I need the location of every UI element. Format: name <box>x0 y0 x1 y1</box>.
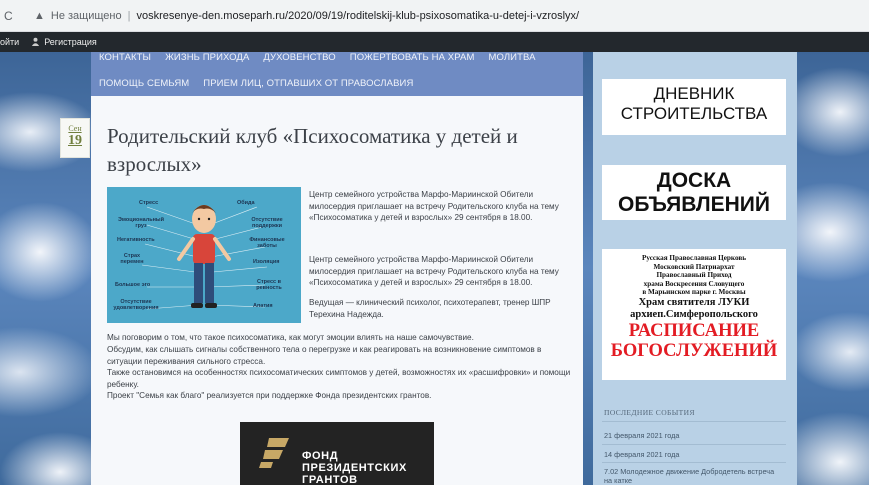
service-schedule-banner[interactable]: Русская Православная Церковь Московский … <box>602 249 786 380</box>
illus-tag-big-ego: Большое эго <box>115 282 151 288</box>
illus-tag-no-support: Отсутствие поддержки <box>251 217 283 229</box>
illus-tag-relationships: Стресс в ревность <box>256 279 282 291</box>
divider <box>602 462 786 463</box>
post-paragraph-6: Также остановимся на особенностях психос… <box>107 368 571 389</box>
nav-item-family-help[interactable]: ПОМОЩЬ СЕМЬЯМ <box>99 78 189 89</box>
event-link-3[interactable]: 7.02 Молодежное движение Добродетель вст… <box>604 467 784 485</box>
main-nav: КОНТАКТЫ ЖИЗНЬ ПРИХОДА ДУХОВЕНСТВО ПОЖЕРТВО… <box>91 52 583 96</box>
event-link-2[interactable]: 14 февраля 2021 года <box>604 450 784 459</box>
church-line-3: Православный Приход <box>656 271 732 280</box>
psychosomatics-illustration: Стресс Обида Эмоциональный груз Отсутств… <box>107 187 301 323</box>
illus-tag-negativity: Негативность <box>117 237 155 243</box>
post-title: Родительский клуб «Психосоматика у детей… <box>107 124 518 176</box>
address-separator: | <box>127 9 131 22</box>
post-date-day[interactable]: 19 <box>61 133 89 149</box>
nav-item-parish-life[interactable]: ЖИЗНЬ ПРИХОДА <box>165 52 249 63</box>
post-date: Сен 19 <box>60 118 90 158</box>
notice-board-banner[interactable]: ДОСКА ОБЪЯВЛЕНИЙ <box>602 165 786 220</box>
fund-text-line-3: ГРАНТОВ <box>302 474 358 485</box>
url-text[interactable]: voskresenye-den.moseparh.ru/2020/09/19/r… <box>136 10 579 22</box>
notice-board-line-1: ДОСКА <box>656 169 732 192</box>
presidential-grants-fund-banner[interactable]: ФОНД ПРЕЗИДЕНТСКИХ ГРАНТОВ <box>240 422 434 485</box>
schedule-title-line-1: РАСПИСАНИЕ <box>628 320 760 341</box>
illus-tag-isolation: Изоляция <box>253 259 280 265</box>
nav-item-donate[interactable]: ПОЖЕРТВОВАТЬ НА ХРАМ <box>350 52 475 63</box>
construction-diary-line-1: ДНЕВНИК <box>653 84 735 103</box>
post-paragraph-3: Ведущая — клинический психолог, психотер… <box>309 298 551 319</box>
nav-item-prayer[interactable]: МОЛИТВА <box>488 52 535 63</box>
church-line-1: Русская Православная Церковь <box>641 254 747 262</box>
church-line-2: Московский Патриархат <box>653 262 735 271</box>
post-paragraph-4: Мы поговорим о том, что такое психосомат… <box>107 333 474 342</box>
construction-diary-line-2: СТРОИТЕЛЬСТВА <box>620 104 768 123</box>
church-line-4: храма Воскресения Словущего <box>643 279 745 288</box>
illus-tag-no-satisfaction: Отсутствие удовлетворения <box>113 299 159 311</box>
nav-item-reception[interactable]: ПРИЕМ ЛИЦ, ОТПАВШИХ ОТ ПРАВОСЛАВИЯ <box>203 78 413 89</box>
fund-text: ФОНД ПРЕЗИДЕНТСКИХ ГРАНТОВ <box>302 450 407 485</box>
schedule-title-line-2: БОГОСЛУЖЕНИЙ <box>610 340 778 361</box>
fund-logo-icon <box>259 438 289 468</box>
illus-tag-emotional-load: Эмоциональный груз <box>117 217 165 229</box>
illus-tag-offense: Обида <box>237 200 255 206</box>
fund-text-line-1: ФОНД <box>302 450 339 462</box>
notice-board-line-2: ОБЪЯВЛЕНИЙ <box>618 193 770 216</box>
nav-item-clergy[interactable]: ДУХОВЕНСТВО <box>263 52 335 63</box>
post-paragraph-7: Проект "Семья как благо" реализуется при… <box>107 391 432 400</box>
login-link[interactable]: ойти <box>0 37 19 47</box>
illus-tag-financial: Финансовые заботы <box>249 237 285 249</box>
post-date-month[interactable]: Сен <box>61 124 89 133</box>
reload-icon[interactable]: C <box>4 9 20 23</box>
event-link-1[interactable]: 21 февраля 2021 года <box>604 431 784 440</box>
post-paragraph-1: Центр семейного устройства Марфо-Мариинс… <box>309 190 559 223</box>
church-line-5: в Марьинском парке г. Москвы <box>642 288 746 297</box>
divider <box>602 421 786 422</box>
recent-events-heading: ПОСЛЕДНИЕ СОБЫТИЯ <box>604 408 695 417</box>
user-icon <box>31 37 40 48</box>
illus-tag-apathy: Апатия <box>253 303 273 309</box>
nav-row-2: ПОМОЩЬ СЕМЬЯМ ПРИЕМ ЛИЦ, ОТПАВШИХ ОТ ПРАВ… <box>99 78 427 89</box>
post-paragraph-5: Обсудим, как слышать сигналы собственног… <box>107 345 542 366</box>
security-status[interactable]: Не защищено <box>51 10 122 22</box>
church-name-line-2: архиеп.Симферопольского <box>630 308 758 320</box>
construction-diary-banner[interactable]: ДНЕВНИК СТРОИТЕЛЬСТВА <box>602 79 786 135</box>
register-link[interactable]: Регистрация <box>44 37 97 47</box>
divider <box>602 444 786 445</box>
fund-text-line-2: ПРЕЗИДЕНТСКИХ <box>302 462 407 474</box>
browser-address-bar: C ▲ Не защищено | voskresenye-den.mosepa… <box>0 0 869 32</box>
illus-tag-fear-of-change: Страх перемен <box>120 253 144 265</box>
admin-bar: ойти Регистрация <box>0 32 869 52</box>
nav-item-contacts[interactable]: КОНТАКТЫ <box>99 52 151 63</box>
nav-row-1: КОНТАКТЫ ЖИЗНЬ ПРИХОДА ДУХОВЕНСТВО ПОЖЕРТВО… <box>99 52 550 63</box>
post-paragraph-2: Центр семейного устройства Марфо-Мариинс… <box>309 255 559 288</box>
warning-icon[interactable]: ▲ <box>34 10 45 22</box>
illus-tag-stress: Стресс <box>139 200 159 206</box>
church-name-line-1: Храм святителя ЛУКИ <box>638 296 750 308</box>
